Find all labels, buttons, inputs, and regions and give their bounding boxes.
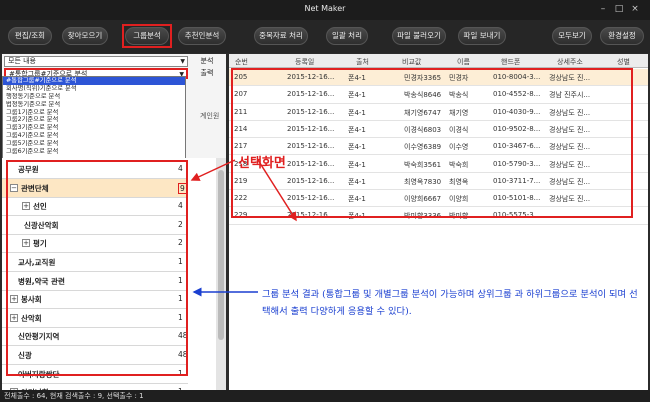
find-collect-button[interactable]: 찾아모으기 bbox=[62, 27, 108, 45]
status-bar: 전체출수 : 64, 현재 검색출수 : 9, 선택출수 : 1 bbox=[0, 390, 650, 402]
content-select[interactable]: 모든 내용 ▼ bbox=[4, 56, 188, 67]
column-header[interactable]: 이름 bbox=[457, 57, 470, 67]
dropdown-item[interactable]: 법정동기준으로 분석 bbox=[3, 101, 185, 109]
referrer-analysis-button[interactable]: 추천인분석 bbox=[178, 27, 226, 45]
dropdown-item[interactable]: 행정동기준으로 분석 bbox=[3, 93, 185, 101]
dropdown-item[interactable]: 그룹2기준으로 분석 bbox=[3, 116, 185, 124]
file-export-button[interactable]: 파일 보내기 bbox=[458, 27, 506, 45]
content-select-value: 모든 내용 bbox=[8, 57, 36, 65]
selection-result-label: 선택화면 bbox=[238, 156, 286, 171]
tree-scroll-thumb[interactable] bbox=[218, 170, 224, 340]
dropdown-item[interactable]: 그룹3기준으로 분석 bbox=[3, 124, 185, 132]
tree-highlight bbox=[6, 160, 188, 376]
settings-button[interactable]: 환경설정 bbox=[600, 27, 644, 45]
maximize-icon[interactable]: □ bbox=[613, 3, 625, 15]
dropdown-item[interactable]: #통합그룹#기준으로 분석 bbox=[3, 77, 185, 85]
analyze-button[interactable]: 분석 bbox=[192, 56, 222, 67]
table-highlight bbox=[231, 68, 633, 218]
column-header[interactable]: 등록일 bbox=[295, 57, 314, 67]
dropdown-item[interactable]: 그룹6기준으로 분석 bbox=[3, 148, 185, 156]
table-header: 순번 등록일 출처 비교값 이름 핸드폰 상세주소 성별 bbox=[229, 54, 648, 68]
dropdown-item[interactable]: 그룹1기준으로 분석 bbox=[3, 109, 185, 117]
chevron-down-icon: ▼ bbox=[180, 58, 185, 65]
batch-process-button[interactable]: 일괄 처리 bbox=[326, 27, 368, 45]
group-dropdown[interactable]: #통합그룹#기준으로 분석 회사명(직위)기준으로 분석 행정동기준으로 분석 … bbox=[2, 76, 186, 160]
minimize-icon[interactable]: – bbox=[597, 3, 609, 15]
toolbar: 편집/조회 찾아모으기 그룹분석 추천인분석 중복자료 처리 일괄 처리 파일 … bbox=[0, 20, 650, 53]
dropdown-item[interactable]: 그룹4기준으로 분석 bbox=[3, 132, 185, 140]
edit-view-button[interactable]: 편집/조회 bbox=[8, 27, 52, 45]
column-header[interactable]: 순번 bbox=[235, 57, 248, 67]
show-all-button[interactable]: 모두보기 bbox=[552, 27, 592, 45]
tab-count[interactable]: 계인원 bbox=[200, 111, 219, 121]
column-header[interactable]: 핸드폰 bbox=[501, 57, 520, 67]
group-analysis-highlight bbox=[122, 24, 172, 48]
file-import-button[interactable]: 파일 불러오기 bbox=[392, 27, 446, 45]
column-header[interactable]: 성별 bbox=[617, 57, 630, 67]
close-icon[interactable]: × bbox=[629, 3, 641, 15]
duplicate-handling-button[interactable]: 중복자료 처리 bbox=[254, 27, 308, 45]
print-button[interactable]: 출력 bbox=[192, 68, 222, 79]
column-header[interactable]: 출처 bbox=[356, 57, 369, 67]
description-note: 그룹 분석 결과 (통합그룹 및 개별그룹 분석이 가능하며 상위그룹 과 하위… bbox=[262, 289, 638, 317]
dropdown-item[interactable]: 회사명(직위)기준으로 분석 bbox=[3, 85, 185, 93]
column-header[interactable]: 비교값 bbox=[402, 57, 421, 67]
column-header[interactable]: 상세주소 bbox=[557, 57, 583, 67]
dropdown-item[interactable]: 그룹5기준으로 분석 bbox=[3, 140, 185, 148]
title-bar: Net Maker – □ × bbox=[0, 0, 650, 20]
window-title: Net Maker bbox=[304, 4, 346, 13]
